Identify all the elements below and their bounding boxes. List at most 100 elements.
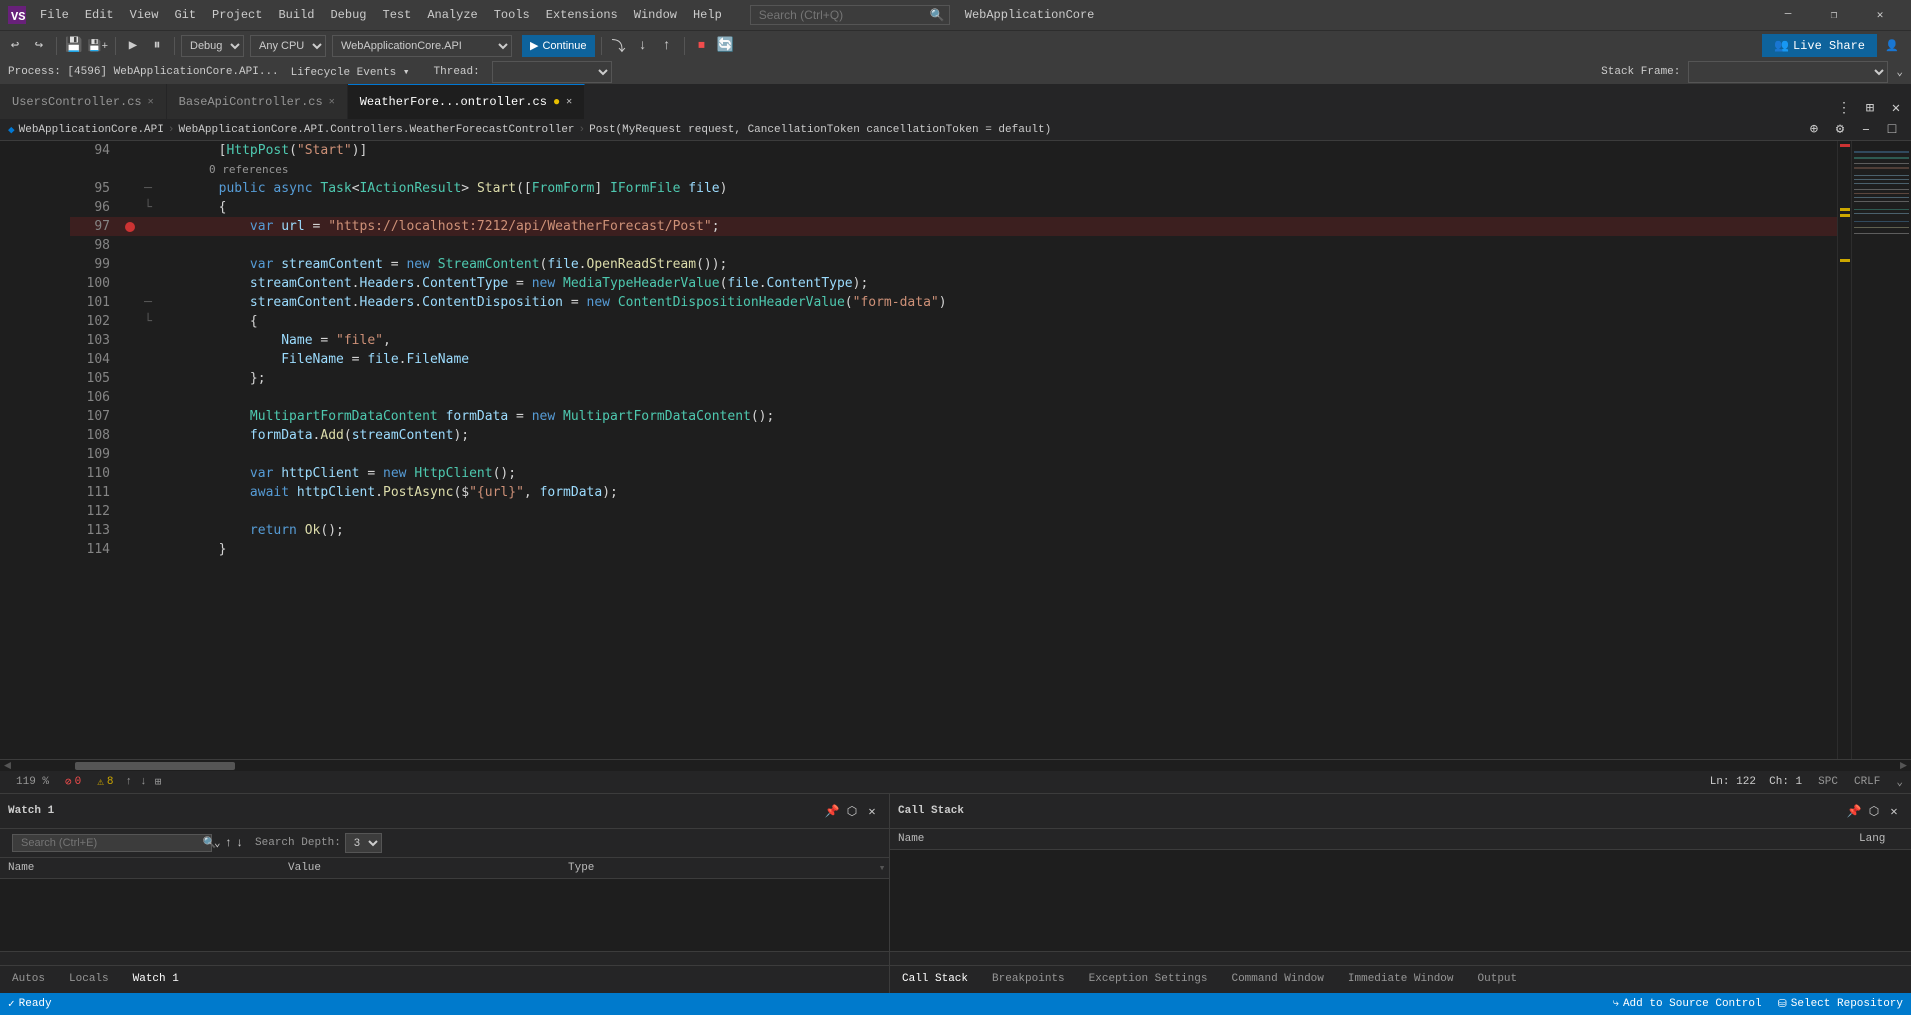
menu-file[interactable]: File <box>32 4 77 26</box>
tab-exception-settings[interactable]: Exception Settings <box>1077 962 1220 993</box>
code-empty-area[interactable] <box>70 559 1837 759</box>
save-all-button[interactable]: 💾+ <box>87 35 109 57</box>
tab-close-users[interactable]: ✕ <box>148 96 154 108</box>
editor-expand-btn[interactable]: □ <box>1881 119 1903 141</box>
code-lines-container[interactable]: 94 [HttpPost("Start")] 0 references <box>0 141 1911 759</box>
fold-102[interactable]: └ <box>140 312 156 331</box>
editor-code-area[interactable]: 94 [HttpPost("Start")] 0 references <box>70 141 1837 759</box>
scroll-to-end-btn[interactable]: ⌄ <box>1896 775 1903 789</box>
continue-button[interactable]: ▶ Continue <box>522 35 595 57</box>
horizontal-scrollbar[interactable]: ◄ ► <box>0 759 1911 771</box>
profile-button[interactable]: 👤 <box>1877 35 1907 57</box>
breadcrumb-method[interactable]: Post(MyRequest request, CancellationToke… <box>589 124 1051 136</box>
callstack-pin-button[interactable]: 📌 <box>1845 802 1863 820</box>
redo-button[interactable]: ↪ <box>28 35 50 57</box>
menu-test[interactable]: Test <box>375 4 420 26</box>
bp-area-97[interactable] <box>120 222 140 232</box>
stack-frame-dropdown[interactable] <box>1688 61 1888 83</box>
start-button[interactable]: ▶ <box>122 35 144 57</box>
breadcrumb-controller[interactable]: WebApplicationCore.API.Controllers.Weath… <box>178 124 574 136</box>
menu-build[interactable]: Build <box>270 4 322 26</box>
close-button[interactable]: ✕ <box>1857 0 1903 30</box>
tab-breakpoints[interactable]: Breakpoints <box>980 962 1077 993</box>
search-depth-dropdown[interactable]: 3 <box>345 833 382 853</box>
filter-btn[interactable]: ⊞ <box>151 775 166 789</box>
split-editor-button[interactable]: ⊞ <box>1859 97 1881 119</box>
lifecycle-events-dropdown[interactable]: Lifecycle Events ▾ <box>291 65 410 79</box>
editor-action-btn[interactable]: ⊕ <box>1803 119 1825 141</box>
menu-edit[interactable]: Edit <box>77 4 122 26</box>
debug-mode-dropdown[interactable]: Debug <box>181 35 244 57</box>
save-button[interactable]: 💾 <box>63 35 85 57</box>
callstack-pop-out-button[interactable]: ⬡ <box>1865 802 1883 820</box>
menu-view[interactable]: View <box>122 4 167 26</box>
fold-96[interactable]: └ <box>140 198 156 217</box>
watch-nav-down[interactable]: ↓ <box>236 836 243 850</box>
stop-button[interactable]: ⏹ <box>691 35 713 57</box>
watch-close-button[interactable]: ✕ <box>863 802 881 820</box>
warning-indicator[interactable]: ⚠ 8 <box>89 775 121 789</box>
tab-command-window[interactable]: Command Window <box>1219 962 1335 993</box>
close-panel-button[interactable]: ✕ <box>1885 97 1907 119</box>
status-ready[interactable]: ✓ Ready <box>0 993 60 1015</box>
menu-debug[interactable]: Debug <box>322 4 374 26</box>
step-into-button[interactable]: ↓ <box>632 35 654 57</box>
menu-help[interactable]: Help <box>685 4 730 26</box>
tab-close-weather[interactable]: ✕ <box>566 96 572 108</box>
global-search-input[interactable] <box>750 5 950 25</box>
watch-content[interactable] <box>0 879 889 951</box>
menu-project[interactable]: Project <box>204 4 270 26</box>
tab-immediate-window[interactable]: Immediate Window <box>1336 962 1466 993</box>
menu-tools[interactable]: Tools <box>486 4 538 26</box>
callstack-close-button[interactable]: ✕ <box>1885 802 1903 820</box>
minimize-button[interactable]: ─ <box>1765 0 1811 30</box>
tab-locals[interactable]: Locals <box>57 962 121 993</box>
stack-expand-btn[interactable]: ⌄ <box>1896 65 1903 79</box>
watch-pin-button[interactable]: 📌 <box>823 802 841 820</box>
zoom-level[interactable]: 119 % <box>8 776 57 788</box>
editor-settings-btn[interactable]: ⚙ <box>1829 119 1851 141</box>
undo-button[interactable]: ↩ <box>4 35 26 57</box>
tab-users-controller[interactable]: UsersController.cs ✕ <box>0 84 167 119</box>
editor-minimize-btn[interactable]: – <box>1855 119 1877 141</box>
code-content[interactable]: 94 [HttpPost("Start")] 0 references <box>0 141 1911 793</box>
pause-button[interactable]: ⏸ <box>146 35 168 57</box>
breadcrumb-namespace[interactable]: WebApplicationCore.API <box>19 124 164 136</box>
tab-watch1[interactable]: Watch 1 <box>121 962 191 993</box>
error-indicator[interactable]: ⊘ 0 <box>57 775 89 789</box>
live-share-button[interactable]: 👥 Live Share <box>1762 34 1877 57</box>
nav-down-btn[interactable]: ↓ <box>136 776 151 788</box>
tab-weather-controller[interactable]: WeatherFore...ontroller.cs ● ✕ <box>348 84 585 119</box>
select-repository-button[interactable]: ⛁ Select Repository <box>1770 993 1911 1015</box>
tab-base-api-controller[interactable]: BaseApiController.cs ✕ <box>167 84 348 119</box>
add-to-source-control-button[interactable]: ⤷ Add to Source Control <box>1605 993 1770 1015</box>
menu-window[interactable]: Window <box>626 4 685 26</box>
watch-nav-up[interactable]: ↑ <box>225 836 232 850</box>
step-over-button[interactable]: ⤵ <box>608 35 630 57</box>
tab-autos[interactable]: Autos <box>0 962 57 993</box>
menu-extensions[interactable]: Extensions <box>538 4 626 26</box>
tab-output[interactable]: Output <box>1466 962 1530 993</box>
fold-101[interactable]: ─ <box>140 293 156 312</box>
watch-search-input[interactable] <box>12 834 212 852</box>
restart-button[interactable]: 🔄 <box>715 35 737 57</box>
tab-call-stack[interactable]: Call Stack <box>890 962 980 993</box>
fold-95[interactable]: ─ <box>140 179 156 198</box>
menu-git[interactable]: Git <box>166 4 204 26</box>
breakpoint-dot-97[interactable] <box>125 222 135 232</box>
tab-close-base[interactable]: ✕ <box>329 96 335 108</box>
cpu-dropdown[interactable]: Any CPU <box>250 35 326 57</box>
thread-dropdown[interactable] <box>492 61 612 83</box>
watch-pop-out-button[interactable]: ⬡ <box>843 802 861 820</box>
minimap[interactable] <box>1851 141 1911 759</box>
step-out-button[interactable]: ↑ <box>656 35 678 57</box>
search-box-area[interactable]: 🔍 <box>750 5 945 25</box>
callstack-content[interactable] <box>890 850 1911 951</box>
menu-analyze[interactable]: Analyze <box>419 4 485 26</box>
maximize-button[interactable]: ❐ <box>1811 0 1857 30</box>
tab-list-button[interactable]: ⋮ <box>1833 97 1855 119</box>
col-scroll-btn[interactable]: ▾ <box>875 858 889 878</box>
project-dropdown[interactable]: WebApplicationCore.API <box>332 35 512 57</box>
nav-up-btn[interactable]: ↑ <box>121 776 136 788</box>
scroll-thumb[interactable] <box>75 762 235 770</box>
